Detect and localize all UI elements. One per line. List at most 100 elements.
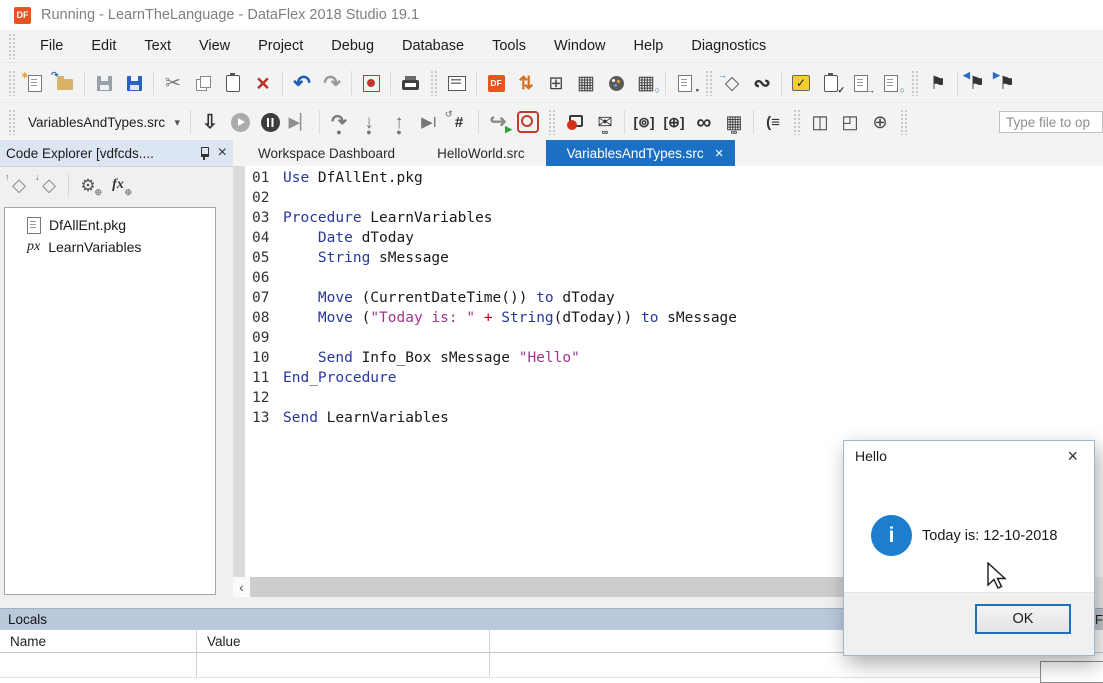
save-icon bbox=[97, 76, 112, 91]
menu-file[interactable]: File bbox=[26, 38, 77, 54]
web-app-icon: ⊕ bbox=[872, 113, 887, 131]
copy-button[interactable] bbox=[188, 68, 218, 98]
undo-button[interactable]: ↶ bbox=[287, 68, 317, 98]
toggle-breakpoint-button[interactable] bbox=[560, 107, 590, 137]
promote-object-overlay-icon: ↑ bbox=[5, 173, 10, 182]
toggle-bookmark-button[interactable]: ⚑ bbox=[923, 68, 953, 98]
table-editor-button[interactable]: ▦ bbox=[571, 68, 601, 98]
step-over-button[interactable]: ↷● bbox=[324, 107, 354, 137]
toolbar-separator bbox=[753, 110, 754, 134]
menu-debug[interactable]: Debug bbox=[317, 38, 388, 54]
ok-button[interactable]: OK bbox=[975, 604, 1071, 634]
menu-diagnostics[interactable]: Diagnostics bbox=[677, 38, 780, 54]
tab-label: Workspace Dashboard bbox=[258, 146, 395, 161]
new-file-button[interactable]: ∗ bbox=[20, 68, 50, 98]
column-header-name[interactable]: Name bbox=[0, 630, 197, 652]
dialog-close-icon[interactable]: × bbox=[1062, 447, 1083, 465]
scroll-left-icon[interactable]: ‹ bbox=[233, 577, 250, 597]
pin-icon[interactable] bbox=[198, 146, 210, 161]
next-bookmark-button[interactable]: ⚑▶ bbox=[992, 68, 1022, 98]
toolbar-grip bbox=[548, 109, 555, 135]
todo-checklist-button[interactable]: ✓ bbox=[816, 68, 846, 98]
tab-helloworld-src[interactable]: HelloWorld.src bbox=[416, 140, 546, 166]
export-source-button[interactable]: → bbox=[846, 68, 876, 98]
tree-item-dfallent-pkg[interactable]: DfAllEnt.pkg bbox=[5, 214, 215, 236]
report-view-button[interactable] bbox=[442, 68, 472, 98]
toolbar-grip bbox=[705, 70, 712, 96]
run-button[interactable] bbox=[225, 107, 255, 137]
toolbar-separator bbox=[319, 110, 320, 134]
breakpoint-gutter[interactable] bbox=[233, 166, 245, 577]
run-to-cursor-button[interactable]: ▶I bbox=[414, 107, 444, 137]
menu-window[interactable]: Window bbox=[540, 38, 620, 54]
table-editor-icon: ▦ bbox=[577, 74, 595, 93]
array-viewer-button[interactable]: ▦∞ bbox=[719, 107, 749, 137]
active-file-combobox[interactable]: VariablesAndTypes.src ▾ bbox=[22, 110, 186, 134]
promote-object-button[interactable]: ◇↑ bbox=[4, 170, 34, 200]
code-explorer-title: Code Explorer [vdfcds.... bbox=[6, 146, 198, 161]
redo-button[interactable]: ↷ bbox=[317, 68, 347, 98]
compiler-warnings-button[interactable]: ✓ bbox=[786, 68, 816, 98]
file-open-search-input[interactable] bbox=[999, 111, 1103, 133]
column-header-value[interactable]: Value bbox=[197, 630, 490, 652]
goto-line-button[interactable]: #↺ bbox=[444, 107, 474, 137]
stop-debug-button[interactable] bbox=[513, 107, 543, 137]
code-explorer-tree[interactable]: DfAllEnt.pkgpxLearnVariables bbox=[4, 207, 216, 595]
menu-project[interactable]: Project bbox=[244, 38, 317, 54]
delete-button[interactable]: × bbox=[248, 68, 278, 98]
pause-button[interactable] bbox=[255, 107, 285, 137]
find-in-files-button[interactable]: ○ bbox=[876, 68, 906, 98]
continue-debug-button[interactable]: ↪▶ bbox=[483, 107, 513, 137]
step-out-button[interactable]: ↑● bbox=[384, 107, 414, 137]
project-df-button[interactable]: DF bbox=[481, 68, 511, 98]
menu-database[interactable]: Database bbox=[388, 38, 478, 54]
component-doc-button[interactable]: ▪ bbox=[670, 68, 700, 98]
code-line: 06 bbox=[245, 268, 1103, 288]
paste-button[interactable] bbox=[218, 68, 248, 98]
menu-view[interactable]: View bbox=[185, 38, 244, 54]
menu-edit[interactable]: Edit bbox=[77, 38, 130, 54]
database-builder-button[interactable]: ◰ bbox=[835, 107, 865, 137]
tree-item-learnvariables[interactable]: pxLearnVariables bbox=[5, 236, 215, 258]
code-text: Use DfAllEnt.pkg bbox=[274, 170, 423, 186]
tab-variablesandtypes-src[interactable]: VariablesAndTypes.src× bbox=[546, 140, 736, 166]
references-button[interactable]: ∾ bbox=[747, 68, 777, 98]
line-number: 13 bbox=[245, 410, 274, 426]
menu-text[interactable]: Text bbox=[130, 38, 185, 54]
object-browser-button[interactable]: ⊞ bbox=[541, 68, 571, 98]
step-button[interactable]: ▶▏ bbox=[285, 107, 315, 137]
step-into-button[interactable]: ↓● bbox=[354, 107, 384, 137]
print-button[interactable] bbox=[395, 68, 425, 98]
send-message-button[interactable]: ✉∞ bbox=[590, 107, 620, 137]
dialog-title-bar[interactable]: Hello × bbox=[844, 441, 1094, 471]
save-button[interactable] bbox=[89, 68, 119, 98]
menu-help[interactable]: Help bbox=[620, 38, 678, 54]
quick-watch-button[interactable]: ∞ bbox=[689, 107, 719, 137]
properties-tool-button[interactable]: ⚙⊕ bbox=[73, 170, 103, 200]
close-icon[interactable]: × bbox=[218, 145, 227, 161]
tab-workspace-dashboard[interactable]: Workspace Dashboard bbox=[237, 140, 416, 166]
save-all-button[interactable] bbox=[119, 68, 149, 98]
web-app-button[interactable]: ⊕ bbox=[865, 107, 895, 137]
functions-tool-button[interactable]: fx⊕ bbox=[103, 170, 133, 200]
table-explorer-button[interactable]: ▦○ bbox=[631, 68, 661, 98]
dialog-footer: OK bbox=[844, 592, 1094, 655]
call-stack-button[interactable]: (≡ bbox=[758, 107, 788, 137]
properties-tool-icon: ⚙ bbox=[80, 177, 95, 194]
export-source-overlay-icon: → bbox=[866, 86, 875, 95]
compile-button[interactable]: ⇩ bbox=[195, 107, 225, 137]
record-macro-button[interactable] bbox=[356, 68, 386, 98]
code-line: 10 Send Info_Box sMessage "Hello" bbox=[245, 348, 1103, 368]
database-explorer-button[interactable]: ◫ bbox=[805, 107, 835, 137]
tab-close-icon[interactable]: × bbox=[715, 146, 724, 161]
watches-window-button[interactable]: [⊕] bbox=[659, 107, 689, 137]
workspace-sync-button[interactable]: ⇅ bbox=[511, 68, 541, 98]
locate-object-button[interactable]: ◇→ bbox=[717, 68, 747, 98]
open-file-button[interactable]: ↷ bbox=[50, 68, 80, 98]
menu-tools[interactable]: Tools bbox=[478, 38, 540, 54]
prev-bookmark-button[interactable]: ⚑◀ bbox=[962, 68, 992, 98]
cut-button[interactable]: ✂ bbox=[158, 68, 188, 98]
color-palette-button[interactable] bbox=[601, 68, 631, 98]
demote-object-button[interactable]: ◇↓ bbox=[34, 170, 64, 200]
locals-window-button[interactable]: [⊚] bbox=[629, 107, 659, 137]
